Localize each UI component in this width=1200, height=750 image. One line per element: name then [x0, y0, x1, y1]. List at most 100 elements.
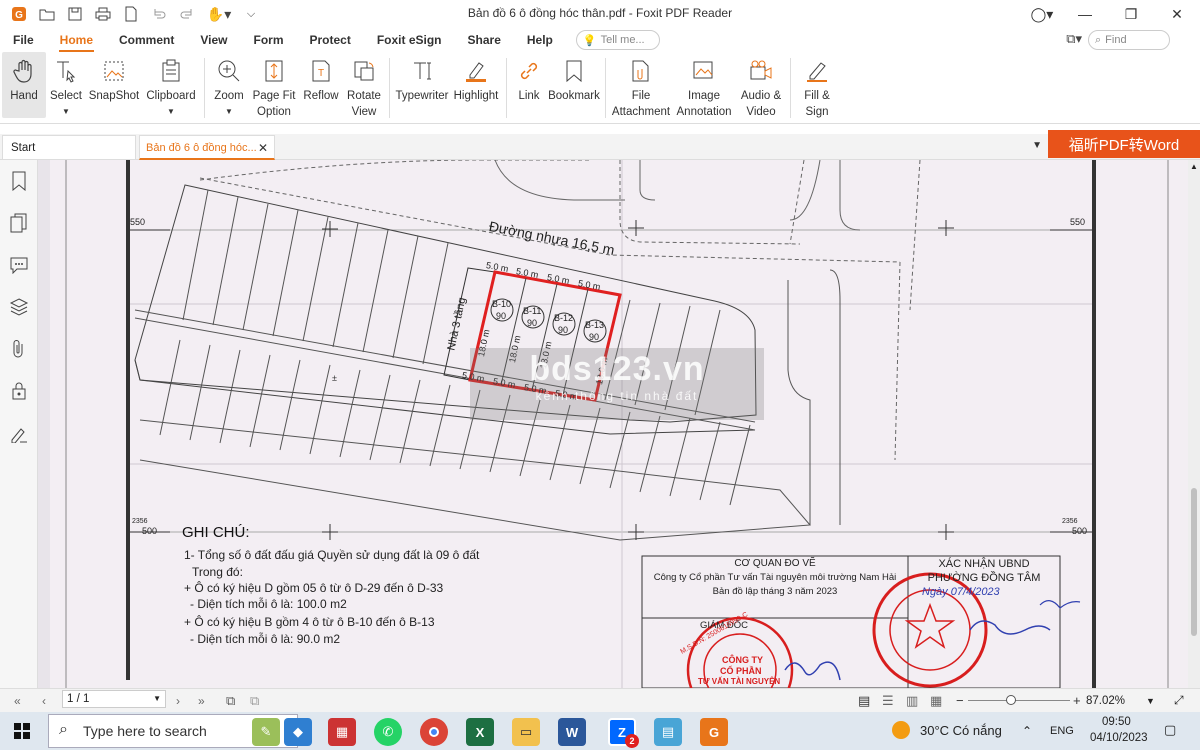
tray-chevron-icon[interactable]: ⌃	[1022, 724, 1032, 738]
rotate-view-button[interactable]: Rotate View	[343, 52, 385, 120]
last-page-icon[interactable]: »	[198, 694, 205, 708]
fill-sign-button[interactable]: Fill & Sign	[795, 52, 839, 120]
close-tab-icon[interactable]: ✕	[258, 141, 268, 155]
notes-app-icon[interactable]: ▤	[654, 718, 682, 746]
zoom-slider-thumb[interactable]	[1006, 695, 1016, 705]
page-number-input[interactable]: 1 / 1 ▼	[62, 690, 166, 708]
bookmark-tool-button[interactable]: Bookmark	[547, 52, 601, 104]
insert-page-icon[interactable]: ⧉	[250, 693, 259, 709]
chrome-icon[interactable]	[420, 718, 448, 746]
menu-comment[interactable]: Comment	[106, 28, 187, 52]
convert-to-word-button[interactable]: 福昕PDF转Word	[1048, 130, 1200, 158]
zoom-level[interactable]: 87.02%	[1086, 695, 1125, 707]
menu-share[interactable]: Share	[455, 28, 514, 52]
print-icon[interactable]	[94, 5, 112, 23]
comments-panel-icon[interactable]	[0, 244, 38, 286]
weather-text[interactable]: 30°C Có nắng	[920, 723, 1002, 738]
fill-sign-icon	[804, 58, 830, 84]
tab-start[interactable]: Start	[2, 135, 136, 160]
hand-dropdown-icon[interactable]: ✋▾	[206, 5, 232, 23]
search-options-icon[interactable]: ⧉▾	[1066, 31, 1082, 47]
facing-view-icon[interactable]: ▥	[906, 693, 918, 709]
layers-panel-icon[interactable]	[0, 286, 38, 328]
hand-tool-button[interactable]: Hand	[2, 52, 46, 118]
tab-document[interactable]: Bản đồ 6 ô đồng hóc... ✕	[139, 135, 275, 160]
scroll-thumb[interactable]	[1191, 488, 1197, 636]
prev-page-icon[interactable]: ‹	[42, 694, 46, 708]
file-attachment-button[interactable]: File Attachment	[610, 52, 672, 120]
new-icon[interactable]	[122, 5, 140, 23]
zoom-out-icon[interactable]: −	[956, 693, 964, 708]
menu-file[interactable]: File	[0, 28, 47, 52]
tell-me-input[interactable]: 💡 Tell me...	[575, 30, 660, 50]
page-dropdown-icon[interactable]: ▼	[153, 694, 161, 703]
signature-panel-icon[interactable]	[0, 412, 38, 454]
zalo-icon[interactable]: Z 2	[608, 718, 639, 748]
menu-protect[interactable]: Protect	[297, 28, 364, 52]
reflow-tool-button[interactable]: T Reflow	[299, 52, 343, 104]
security-panel-icon[interactable]	[0, 370, 38, 412]
typewriter-tool-button[interactable]: Typewriter	[394, 52, 450, 104]
vertical-scrollbar[interactable]: ▲	[1188, 160, 1200, 688]
menu-foxit-esign[interactable]: Foxit eSign	[364, 28, 455, 52]
save-icon[interactable]	[66, 5, 84, 23]
maximize-button[interactable]: ❐	[1108, 0, 1154, 28]
undo-icon[interactable]	[150, 5, 168, 23]
open-folder-icon[interactable]	[38, 5, 56, 23]
attachments-panel-icon[interactable]	[0, 328, 38, 370]
clipboard-tool-button[interactable]: Clipboard ▼	[142, 52, 200, 120]
cover-view-icon[interactable]: ▦	[930, 693, 942, 709]
single-page-view-icon[interactable]: ▤	[858, 693, 870, 709]
zoom-slider[interactable]	[968, 695, 1070, 705]
find-input[interactable]: ⌕ Find	[1088, 30, 1170, 50]
notifications-icon[interactable]: ▢	[1164, 722, 1176, 738]
image-annotation-button[interactable]: Image Annotation	[672, 52, 736, 120]
first-page-icon[interactable]: «	[14, 694, 21, 708]
page-fit-option-button[interactable]: Page Fit Option	[249, 52, 299, 120]
time[interactable]: 09:50	[1102, 716, 1131, 728]
hand-icon	[11, 58, 37, 84]
menu-form[interactable]: Form	[241, 28, 297, 52]
bookmark-icon	[561, 58, 587, 84]
windows-start-icon[interactable]	[14, 723, 30, 742]
zoom-tool-button[interactable]: Zoom ▼	[209, 52, 249, 120]
close-button[interactable]: ✕	[1154, 0, 1200, 28]
pdf-page: ± Đường nhựa 16,5 m Nhà 3 tầng 550 550 5…	[50, 160, 1188, 688]
extract-page-icon[interactable]: ⧉	[226, 693, 235, 709]
minimize-button[interactable]: —	[1062, 0, 1108, 28]
audio-video-button[interactable]: Audio & Video	[736, 52, 786, 120]
whatsapp-icon[interactable]: ✆	[374, 718, 402, 746]
notebook-app-icon[interactable]: ✎	[252, 718, 280, 746]
bottle-app-icon[interactable]: ◆	[284, 718, 312, 746]
language-indicator[interactable]: ENG	[1050, 725, 1074, 737]
menu-view[interactable]: View	[187, 28, 240, 52]
next-page-icon[interactable]: ›	[176, 694, 180, 708]
menu-help[interactable]: Help	[514, 28, 566, 52]
pages-panel-icon[interactable]	[0, 202, 38, 244]
date[interactable]: 04/10/2023	[1090, 732, 1148, 744]
customize-icon[interactable]: ⌵	[242, 5, 260, 23]
scroll-up-icon[interactable]: ▲	[1190, 162, 1198, 171]
document-viewport[interactable]: ± Đường nhựa 16,5 m Nhà 3 tầng 550 550 5…	[38, 160, 1188, 688]
foxit-taskbar-icon[interactable]: G	[700, 718, 728, 746]
map-date: Bản đồ lập tháng 3 năm 2023	[712, 586, 838, 597]
store-app-icon[interactable]: ▦	[328, 718, 356, 746]
weather-icon[interactable]	[892, 721, 910, 739]
zoom-dropdown-icon[interactable]: ▼	[1146, 696, 1155, 706]
excel-icon[interactable]: X	[466, 718, 494, 746]
snapshot-tool-button[interactable]: SnapShot	[86, 52, 142, 104]
redo-icon[interactable]	[178, 5, 196, 23]
menu-home[interactable]: Home	[47, 28, 106, 52]
fullscreen-icon[interactable]: ⤢	[1174, 693, 1184, 708]
word-icon[interactable]: W	[558, 718, 586, 746]
search-icon: ⌕	[1095, 33, 1102, 46]
continuous-view-icon[interactable]: ☰	[882, 693, 894, 709]
link-tool-button[interactable]: Link	[511, 52, 547, 104]
file-explorer-icon[interactable]: ▭	[512, 718, 540, 746]
zoom-in-icon[interactable]: +	[1073, 693, 1081, 708]
tab-list-dropdown-icon[interactable]: ▼	[1032, 140, 1042, 151]
account-icon[interactable]: ◯▾	[1022, 0, 1062, 28]
highlight-tool-button[interactable]: Highlight	[450, 52, 502, 104]
select-tool-button[interactable]: Select ▼	[46, 52, 86, 120]
bookmark-panel-icon[interactable]	[0, 160, 38, 202]
